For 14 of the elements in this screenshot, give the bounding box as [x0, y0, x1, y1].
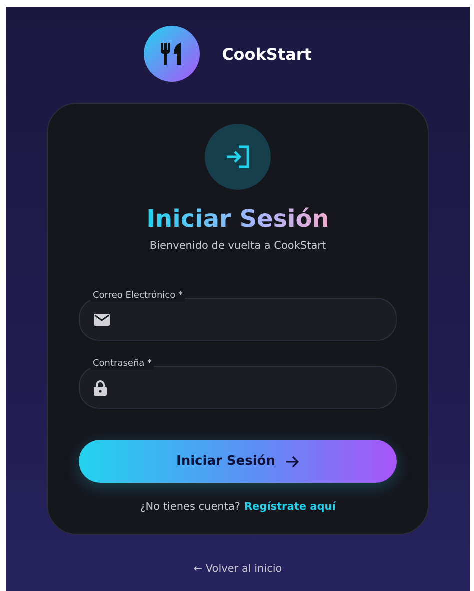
login-icon: [225, 144, 251, 170]
lock-icon: [94, 380, 107, 396]
brand-name: CookStart: [222, 44, 312, 64]
login-button[interactable]: Iniciar Sesión: [79, 440, 397, 483]
login-subtitle: Bienvenido de vuelta a CookStart: [150, 240, 326, 252]
arrow-right-icon: [285, 456, 300, 468]
input-field[interactable]: [79, 298, 397, 341]
input-field[interactable]: [79, 366, 397, 409]
field-label: Correo Electrónico *: [91, 290, 185, 302]
envelope-icon: [94, 314, 110, 326]
field-label: Contraseña *: [91, 358, 154, 370]
signup-prompt: ¿No tienes cuenta?: [140, 501, 240, 513]
back-link[interactable]: ← Volver al inicio: [194, 563, 282, 575]
signup-link[interactable]: Regístrate aquí: [244, 501, 336, 513]
